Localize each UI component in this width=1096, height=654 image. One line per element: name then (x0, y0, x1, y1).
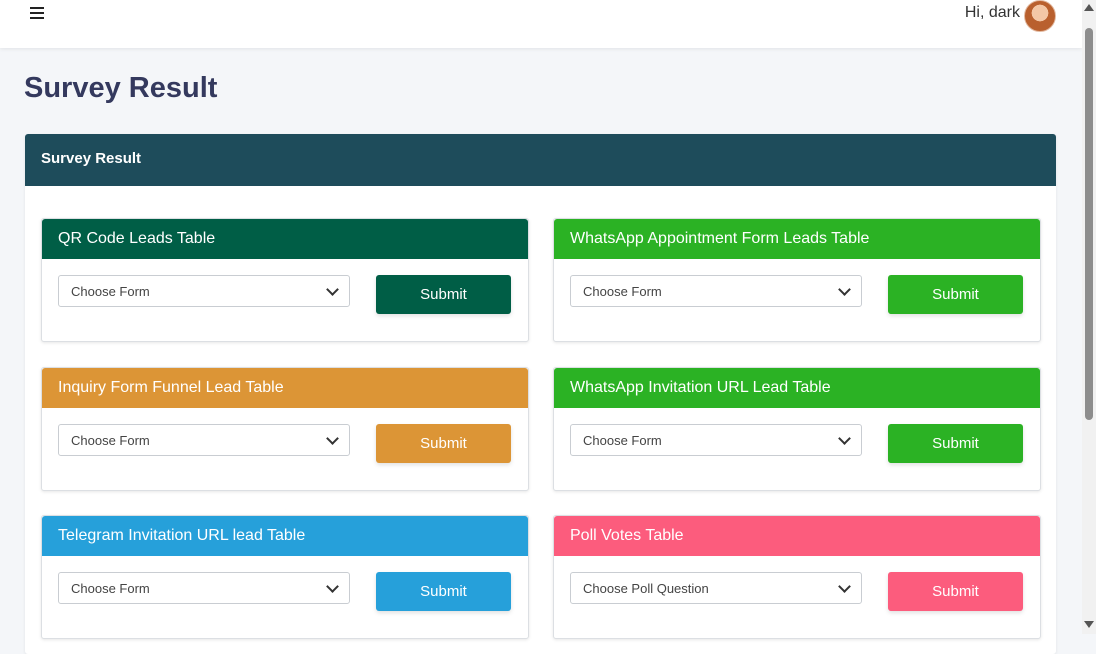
whatsapp-invitation-url-card: WhatsApp Invitation URL Lead Table Choos… (553, 367, 1041, 491)
submit-button[interactable]: Submit (888, 275, 1023, 314)
page-scrollbar[interactable] (1082, 0, 1096, 634)
chevron-down-icon (326, 283, 339, 296)
scroll-up-arrow-icon[interactable] (1084, 4, 1094, 11)
chevron-down-icon (326, 580, 339, 593)
choose-form-select[interactable]: Choose Form (570, 275, 862, 307)
choose-form-select[interactable]: Choose Form (58, 424, 350, 456)
submit-button[interactable]: Submit (888, 424, 1023, 463)
card-title: WhatsApp Appointment Form Leads Table (554, 219, 1040, 259)
card-title: Poll Votes Table (554, 516, 1040, 556)
chevron-down-icon (326, 432, 339, 445)
telegram-invitation-url-card: Telegram Invitation URL lead Table Choos… (41, 515, 529, 639)
choose-form-select[interactable]: Choose Form (58, 572, 350, 604)
submit-button[interactable]: Submit (888, 572, 1023, 611)
choose-poll-question-select[interactable]: Choose Poll Question (570, 572, 862, 604)
select-value: Choose Form (71, 284, 150, 299)
choose-form-select[interactable]: Choose Form (570, 424, 862, 456)
select-value: Choose Form (583, 433, 662, 448)
scroll-down-arrow-icon[interactable] (1084, 621, 1094, 628)
submit-button[interactable]: Submit (376, 572, 511, 611)
submit-button[interactable]: Submit (376, 275, 511, 314)
user-avatar[interactable] (1024, 0, 1056, 32)
user-greeting[interactable]: Hi, dark (965, 4, 1020, 22)
select-value: Choose Form (71, 433, 150, 448)
top-navbar: Hi, dark (0, 0, 1082, 48)
card-title: Inquiry Form Funnel Lead Table (42, 368, 528, 408)
page-title: Survey Result (24, 72, 218, 104)
chevron-down-icon (838, 283, 851, 296)
qr-code-leads-card: QR Code Leads Table Choose Form Submit (41, 218, 529, 342)
submit-button[interactable]: Submit (376, 424, 511, 463)
card-title: WhatsApp Invitation URL Lead Table (554, 368, 1040, 408)
chevron-down-icon (838, 432, 851, 445)
card-title: Telegram Invitation URL lead Table (42, 516, 528, 556)
inquiry-form-funnel-card: Inquiry Form Funnel Lead Table Choose Fo… (41, 367, 529, 491)
choose-form-select[interactable]: Choose Form (58, 275, 350, 307)
poll-votes-card: Poll Votes Table Choose Poll Question Su… (553, 515, 1041, 639)
survey-result-card-header: Survey Result (25, 134, 1056, 186)
card-title: QR Code Leads Table (42, 219, 528, 259)
select-value: Choose Poll Question (583, 581, 709, 596)
scrollbar-thumb[interactable] (1085, 28, 1093, 420)
select-value: Choose Form (71, 581, 150, 596)
hamburger-menu-icon[interactable] (30, 4, 48, 22)
whatsapp-appointment-leads-card: WhatsApp Appointment Form Leads Table Ch… (553, 218, 1041, 342)
survey-result-card: Survey Result QR Code Leads Table Choose… (25, 134, 1056, 654)
select-value: Choose Form (583, 284, 662, 299)
chevron-down-icon (838, 580, 851, 593)
